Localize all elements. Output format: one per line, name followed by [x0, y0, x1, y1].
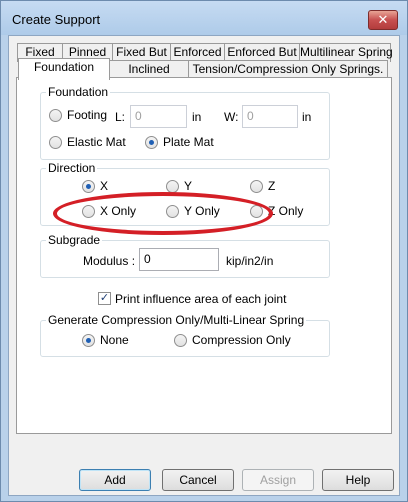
- direction-z-label: Z: [268, 179, 276, 193]
- tab-label: Fixed: [25, 45, 55, 59]
- foundation-tab-panel: Foundation Footing L: 0 in W: 0 in Elast…: [16, 77, 392, 434]
- cancel-button[interactable]: Cancel: [162, 469, 234, 491]
- footing-length-input[interactable]: 0: [130, 105, 187, 128]
- print-influence-checkbox[interactable]: ✓: [98, 292, 111, 305]
- foundation-group-title: Foundation: [46, 85, 111, 99]
- print-influence-label: Print influence area of each joint: [115, 292, 287, 306]
- direction-y-only-label: Y Only: [184, 204, 220, 218]
- length-label: L:: [115, 110, 126, 124]
- modulus-unit: kip/in2/in: [226, 254, 274, 268]
- width-label: W:: [224, 110, 239, 124]
- footing-radio-button[interactable]: [49, 108, 62, 122]
- direction-y-radio[interactable]: Y: [166, 179, 192, 193]
- direction-z-radio[interactable]: Z: [250, 179, 275, 193]
- footing-label: Footing: [67, 108, 108, 122]
- tab-label: Tension/Compression Only Springs.: [192, 62, 384, 76]
- plate-mat-label: Plate Mat: [163, 135, 214, 149]
- title-bar[interactable]: Create Support ✕: [1, 1, 407, 35]
- direction-z-only-label: Z Only: [268, 204, 304, 218]
- plate-mat-radio-button[interactable]: [145, 135, 158, 149]
- dialog-body: Fixed Pinned Fixed But Enforced Enforced…: [8, 35, 400, 496]
- subgrade-group-title: Subgrade: [46, 233, 103, 247]
- direction-y-radio-button[interactable]: [166, 179, 179, 193]
- compression-only-radio-button[interactable]: [174, 333, 187, 347]
- compression-none-label: None: [100, 333, 129, 347]
- direction-x-radio-button[interactable]: [82, 179, 95, 193]
- tab-label: Inclined: [128, 62, 170, 76]
- direction-y-only-radio-button[interactable]: [166, 204, 179, 218]
- footing-width-input[interactable]: 0: [242, 105, 298, 128]
- direction-group: Direction X Y Z X Only Y Only Z Only: [40, 161, 330, 226]
- elastic-mat-label: Elastic Mat: [67, 135, 126, 149]
- direction-x-label: X: [100, 179, 109, 193]
- direction-y-label: Y: [184, 179, 193, 193]
- direction-z-only-radio-button[interactable]: [250, 204, 263, 218]
- dialog-title: Create Support: [12, 12, 101, 27]
- tab-label: Fixed But: [116, 45, 167, 59]
- subgrade-group: Subgrade Modulus : 0 kip/in2/in: [40, 233, 330, 278]
- add-button[interactable]: Add: [79, 469, 151, 491]
- tab-label: Enforced But: [227, 45, 297, 59]
- compression-group: Generate Compression Only/Multi-Linear S…: [40, 313, 330, 357]
- compression-only-label: Compression Only: [192, 333, 291, 347]
- help-button[interactable]: Help: [322, 469, 394, 491]
- plate-mat-radio[interactable]: Plate Mat: [145, 135, 214, 149]
- compression-none-radio[interactable]: None: [82, 333, 129, 347]
- direction-x-radio[interactable]: X: [82, 179, 108, 193]
- compression-only-radio[interactable]: Compression Only: [174, 333, 291, 347]
- direction-x-only-radio[interactable]: X Only: [82, 204, 136, 218]
- footing-radio[interactable]: Footing: [49, 108, 107, 122]
- close-button[interactable]: ✕: [368, 10, 398, 30]
- direction-y-only-radio[interactable]: Y Only: [166, 204, 220, 218]
- width-unit: in: [302, 110, 312, 124]
- direction-z-radio-button[interactable]: [250, 179, 263, 193]
- compression-group-title: Generate Compression Only/Multi-Linear S…: [46, 313, 307, 327]
- elastic-mat-radio-button[interactable]: [49, 135, 62, 149]
- tab-label: Foundation: [33, 60, 95, 74]
- create-support-dialog: Create Support ✕ Fixed Pinned Fixed But …: [0, 0, 408, 502]
- direction-group-title: Direction: [46, 161, 98, 175]
- close-icon: ✕: [377, 12, 389, 27]
- modulus-input[interactable]: 0: [139, 248, 219, 271]
- direction-z-only-radio[interactable]: Z Only: [250, 204, 303, 218]
- direction-x-only-radio-button[interactable]: [82, 204, 95, 218]
- compression-none-radio-button[interactable]: [82, 333, 95, 347]
- modulus-label: Modulus :: [83, 254, 136, 268]
- tab-label: Multilinear Spring: [300, 45, 393, 59]
- foundation-group: Foundation Footing L: 0 in W: 0 in Elast…: [40, 85, 330, 160]
- tab-label: Pinned: [68, 45, 107, 59]
- length-unit: in: [192, 110, 202, 124]
- tab-foundation[interactable]: Foundation: [18, 58, 110, 80]
- tab-label: Enforced: [173, 45, 222, 59]
- direction-x-only-label: X Only: [100, 204, 137, 218]
- assign-button[interactable]: Assign: [242, 469, 314, 491]
- elastic-mat-radio[interactable]: Elastic Mat: [49, 135, 126, 149]
- checkmark-icon: ✓: [99, 292, 110, 304]
